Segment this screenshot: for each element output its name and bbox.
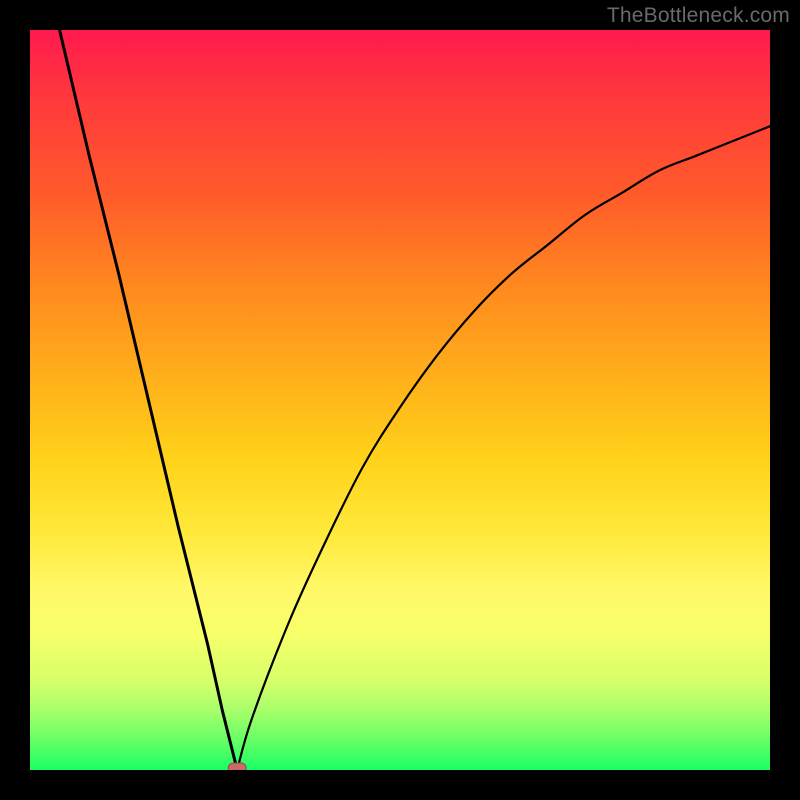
curve-layer xyxy=(30,30,770,770)
bottleneck-curve-left xyxy=(60,30,238,770)
bottleneck-curve-right xyxy=(237,126,770,770)
watermark-text: TheBottleneck.com xyxy=(607,4,790,28)
minimum-marker xyxy=(228,763,246,770)
chart-frame: TheBottleneck.com xyxy=(0,0,800,800)
plot-area xyxy=(30,30,770,770)
